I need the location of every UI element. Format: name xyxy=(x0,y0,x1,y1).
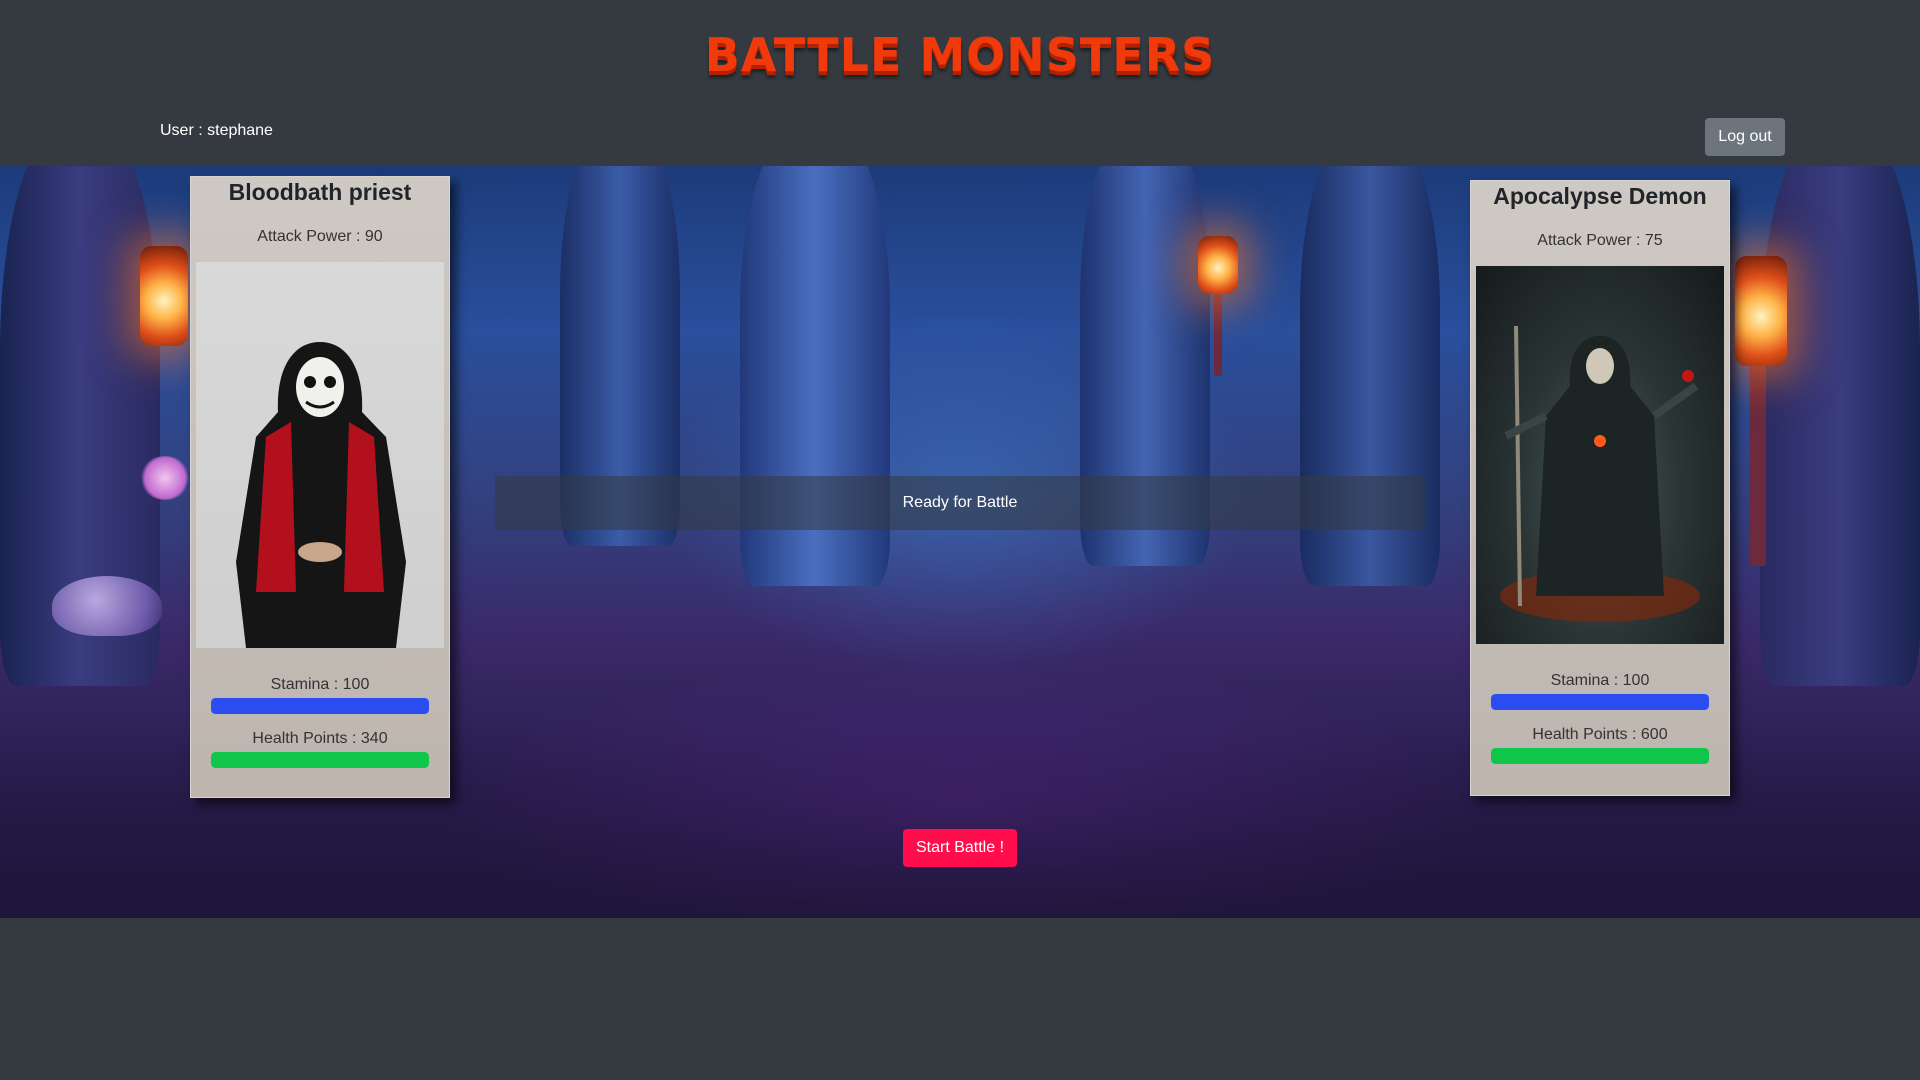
lantern-icon xyxy=(1735,256,1787,366)
stamina-bar xyxy=(1491,694,1709,710)
lantern-pole xyxy=(1214,286,1222,376)
attack-power-label: Attack Power : 75 xyxy=(1537,232,1663,249)
battle-status-banner: Ready for Battle xyxy=(495,476,1425,530)
monster-name: Apocalypse Demon xyxy=(1493,183,1707,209)
stamina-bar-fill xyxy=(1491,694,1709,710)
monster-image xyxy=(1476,266,1724,644)
stamina-bar xyxy=(211,698,429,714)
app-title: BATTLE MONSTERS xyxy=(704,28,1216,82)
start-battle-button[interactable]: Start Battle ! xyxy=(903,829,1017,867)
tree-trunk xyxy=(1760,166,1920,686)
priest-figure-icon xyxy=(236,342,406,648)
health-bar xyxy=(211,752,429,768)
demon-figure-icon xyxy=(1500,325,1700,622)
lantern-pole xyxy=(1750,346,1766,566)
attack-power-label: Attack Power : 90 xyxy=(257,228,383,245)
monster-card-right: Apocalypse Demon Attack Power : 75 Stami… xyxy=(1470,180,1730,796)
logout-button[interactable]: Log out xyxy=(1705,118,1785,156)
health-label: Health Points : 600 xyxy=(1532,726,1668,743)
user-label: User : stephane xyxy=(160,122,273,139)
monster-name: Bloodbath priest xyxy=(228,179,412,205)
stamina-label: Stamina : 100 xyxy=(270,676,370,693)
health-bar-fill xyxy=(1491,748,1709,764)
lantern-icon xyxy=(140,246,188,346)
flower-icon xyxy=(140,456,190,500)
stamina-label: Stamina : 100 xyxy=(1550,672,1650,689)
health-bar xyxy=(1491,748,1709,764)
health-bar-fill xyxy=(211,752,429,768)
monster-card-left: Bloodbath priest Attack Power : 90 Stami… xyxy=(190,176,450,798)
monster-image xyxy=(196,262,444,648)
stamina-bar-fill xyxy=(211,698,429,714)
frog-icon xyxy=(52,576,162,636)
lantern-icon xyxy=(1198,236,1238,294)
health-label: Health Points : 340 xyxy=(252,730,388,747)
